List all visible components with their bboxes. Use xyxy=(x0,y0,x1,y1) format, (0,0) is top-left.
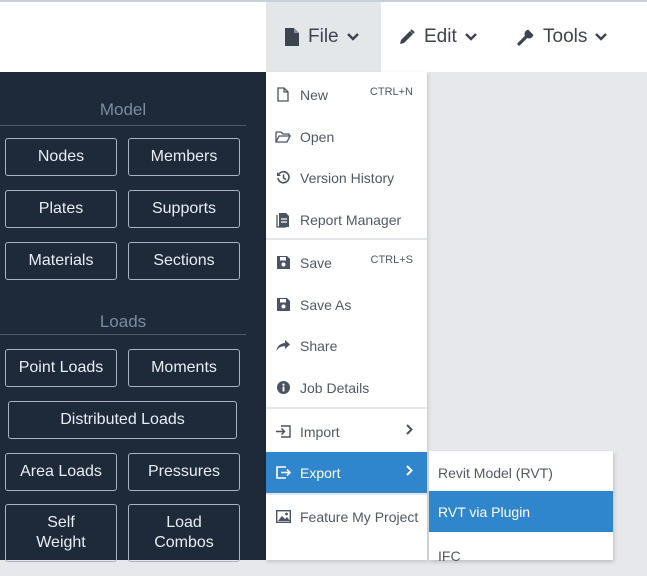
menu-item-label: Open xyxy=(300,128,335,145)
file-dropdown-menu: New CTRL+N Open Version History Report M… xyxy=(266,72,427,560)
folder-open-icon xyxy=(274,130,292,143)
menu-tools[interactable]: Tools xyxy=(517,2,627,72)
menu-edit[interactable]: Edit xyxy=(398,2,498,72)
menu-item-label: Share xyxy=(300,337,338,354)
menu-divider xyxy=(266,407,427,409)
history-icon xyxy=(274,170,292,185)
import-icon xyxy=(274,425,292,438)
menu-item-feature-my-project[interactable]: Feature My Project xyxy=(266,496,427,537)
menu-item-export[interactable]: Export xyxy=(266,452,427,493)
sections-button[interactable]: Sections xyxy=(128,242,240,280)
menu-item-report-manager[interactable]: Report Manager xyxy=(266,199,427,240)
image-icon xyxy=(274,510,292,523)
menu-item-label: New xyxy=(300,86,329,103)
divider xyxy=(0,125,246,126)
submenu-item-ifc[interactable]: IFC xyxy=(429,535,613,576)
menu-item-save[interactable]: Save CTRL+S xyxy=(266,242,427,283)
menu-item-label: Import xyxy=(300,423,340,440)
pencil-icon xyxy=(398,28,416,46)
new-file-icon xyxy=(274,87,292,102)
report-icon xyxy=(274,212,292,228)
distributed-loads-button[interactable]: Distributed Loads xyxy=(8,401,237,439)
menu-item-label: Report Manager xyxy=(300,211,402,228)
menu-item-save-as[interactable]: Save As xyxy=(266,284,427,325)
menu-item-import[interactable]: Import xyxy=(266,411,427,452)
moments-button[interactable]: Moments xyxy=(128,349,240,387)
menu-item-label: Save xyxy=(300,254,332,271)
members-button[interactable]: Members xyxy=(128,138,240,176)
menu-divider xyxy=(266,238,427,240)
export-icon xyxy=(274,466,292,479)
submenu-item-rvt-via-plugin[interactable]: RVT via Plugin xyxy=(429,491,613,532)
shortcut-label: CTRL+N xyxy=(369,86,413,98)
supports-button[interactable]: Supports xyxy=(128,190,240,228)
chevron-down-icon xyxy=(595,33,608,41)
menu-file-label: File xyxy=(308,26,339,47)
area-loads-button[interactable]: Area Loads xyxy=(5,453,117,491)
menu-item-share[interactable]: Share xyxy=(266,325,427,366)
chevron-right-icon xyxy=(406,465,413,476)
chevron-right-icon xyxy=(406,424,413,435)
menu-item-label: Version History xyxy=(300,169,395,186)
top-menu-bar: File Edit Tools xyxy=(0,0,647,72)
submenu-item-revit-model[interactable]: Revit Model (RVT) xyxy=(429,452,613,493)
info-icon xyxy=(274,381,292,394)
file-icon xyxy=(284,27,300,47)
menu-tools-label: Tools xyxy=(543,26,588,47)
menu-divider xyxy=(266,493,427,495)
section-title-model: Model xyxy=(99,100,147,119)
wrench-icon xyxy=(517,28,535,46)
sidebar-panel: Model Nodes Members Plates Supports Mate… xyxy=(0,72,266,562)
menu-item-version-history[interactable]: Version History xyxy=(266,157,427,198)
save-icon xyxy=(274,256,292,269)
menu-item-job-details[interactable]: Job Details xyxy=(266,367,427,408)
pressures-button[interactable]: Pressures xyxy=(128,453,240,491)
export-submenu: Revit Model (RVT) RVT via Plugin IFC xyxy=(429,451,613,564)
shortcut-label: CTRL+S xyxy=(370,254,414,266)
plates-button[interactable]: Plates xyxy=(5,190,117,228)
save-as-icon xyxy=(274,298,292,311)
nodes-button[interactable]: Nodes xyxy=(5,138,117,176)
self-weight-button[interactable]: Self Weight xyxy=(5,504,117,562)
section-title-loads: Loads xyxy=(99,312,147,331)
menu-edit-label: Edit xyxy=(424,26,457,47)
load-combos-button[interactable]: Load Combos xyxy=(128,504,240,562)
materials-button[interactable]: Materials xyxy=(5,242,117,280)
point-loads-button[interactable]: Point Loads xyxy=(5,349,117,387)
divider xyxy=(0,334,246,335)
menu-item-open[interactable]: Open xyxy=(266,116,427,157)
menu-item-label: Export xyxy=(300,464,341,481)
menu-item-label: Job Details xyxy=(300,379,370,396)
menu-file[interactable]: File xyxy=(266,2,381,72)
chevron-down-icon xyxy=(346,33,359,41)
share-icon xyxy=(274,339,292,352)
menu-item-label: Feature My Project xyxy=(300,508,419,525)
menu-item-new[interactable]: New CTRL+N xyxy=(266,74,427,115)
chevron-down-icon xyxy=(464,33,477,41)
menu-item-label: Save As xyxy=(300,296,352,313)
